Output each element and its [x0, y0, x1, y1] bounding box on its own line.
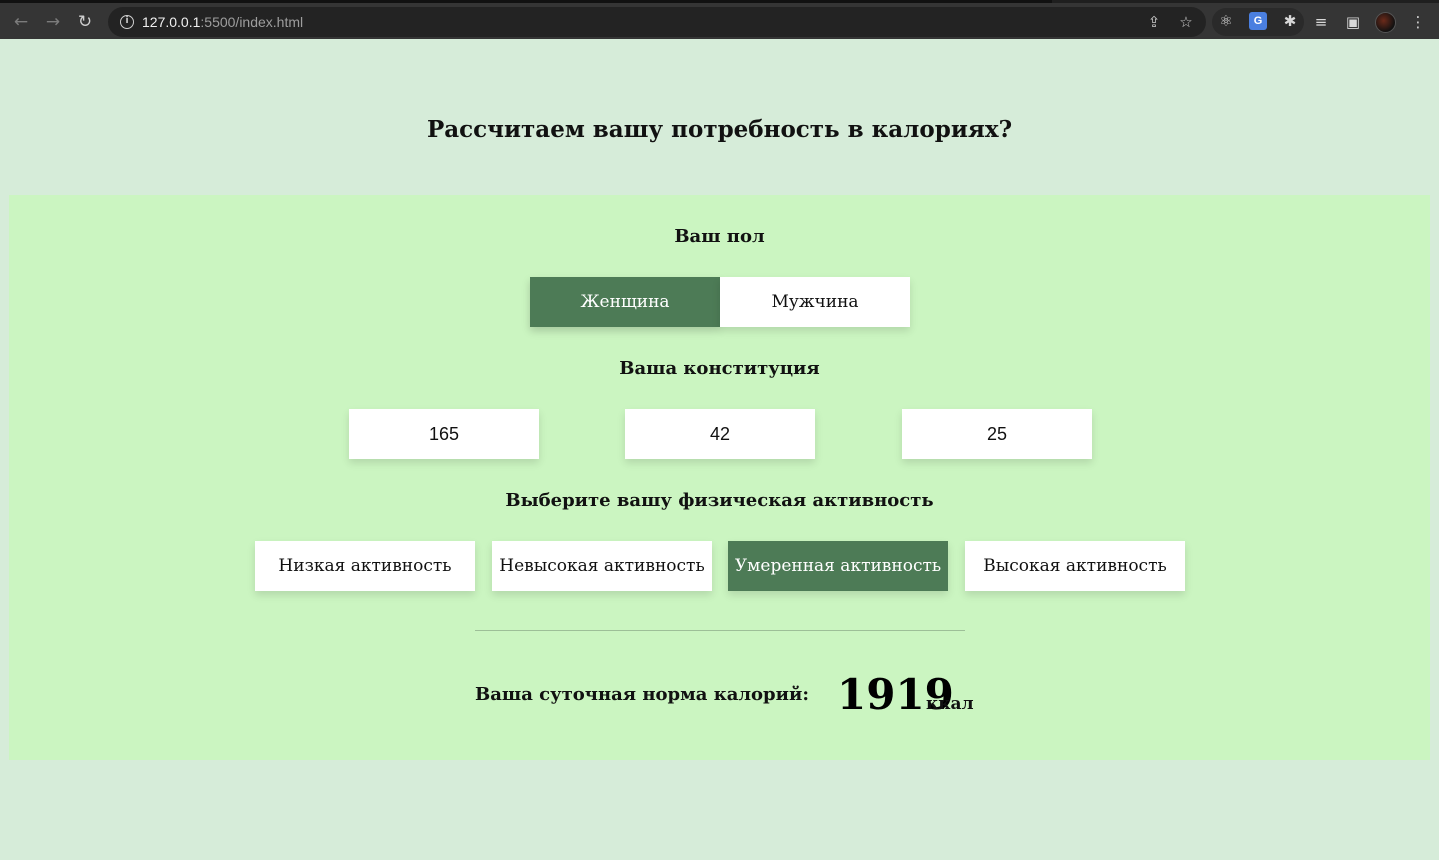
- activity-medium-button[interactable]: Умеренная активность: [728, 541, 948, 591]
- extensions-icon[interactable]: ✱: [1280, 11, 1300, 31]
- url-host: 127.0.0.1: [142, 14, 201, 30]
- star-icon[interactable]: ☆: [1176, 12, 1196, 32]
- browser-toolbar: ← → ↻ i 127.0.0.1:5500/index.html ⇪ ☆ ⚛ …: [0, 0, 1439, 39]
- divider: [475, 630, 965, 631]
- constitution-title: Ваша конституция: [619, 358, 820, 379]
- result-label: Ваша суточная норма калорий:: [475, 684, 809, 705]
- extensions-group: ⚛ G ✱: [1212, 8, 1304, 36]
- gender-title: Ваш пол: [674, 226, 765, 247]
- weight-input[interactable]: [625, 409, 815, 459]
- forward-icon[interactable]: →: [42, 11, 64, 33]
- activity-small-button[interactable]: Невысокая активность: [492, 541, 712, 591]
- age-input[interactable]: [902, 409, 1092, 459]
- activity-title: Выберите вашу физическая активность: [505, 490, 934, 511]
- gender-male-button[interactable]: Мужчина: [720, 277, 910, 327]
- info-icon[interactable]: i: [120, 15, 134, 29]
- calculator-panel: Ваш пол Женщина Мужчина Ваша конституция…: [9, 195, 1430, 760]
- side-panel-icon[interactable]: ▣: [1343, 12, 1363, 32]
- calorie-unit: ккал: [926, 694, 974, 714]
- reload-icon[interactable]: ↻: [74, 11, 96, 33]
- reading-list-icon[interactable]: ≡: [1311, 12, 1331, 32]
- menu-icon[interactable]: ⋮: [1408, 12, 1428, 32]
- page-title: Рассчитаем вашу потребность в калориях?: [426, 116, 1013, 143]
- tab-strip: [0, 0, 1052, 3]
- back-icon[interactable]: ←: [10, 11, 32, 33]
- activity-high-button[interactable]: Высокая активность: [965, 541, 1185, 591]
- share-icon[interactable]: ⇪: [1144, 12, 1164, 32]
- url-text[interactable]: 127.0.0.1:5500/index.html: [142, 13, 303, 31]
- google-translate-icon[interactable]: G: [1249, 12, 1267, 30]
- react-devtools-icon[interactable]: ⚛: [1216, 11, 1236, 31]
- address-bar[interactable]: i 127.0.0.1:5500/index.html ⇪ ☆: [108, 7, 1206, 37]
- activity-low-button[interactable]: Низкая активность: [255, 541, 475, 591]
- gender-female-button[interactable]: Женщина: [530, 277, 720, 327]
- profile-avatar[interactable]: [1375, 12, 1396, 33]
- height-input[interactable]: [349, 409, 539, 459]
- url-path: :5500/index.html: [200, 14, 304, 30]
